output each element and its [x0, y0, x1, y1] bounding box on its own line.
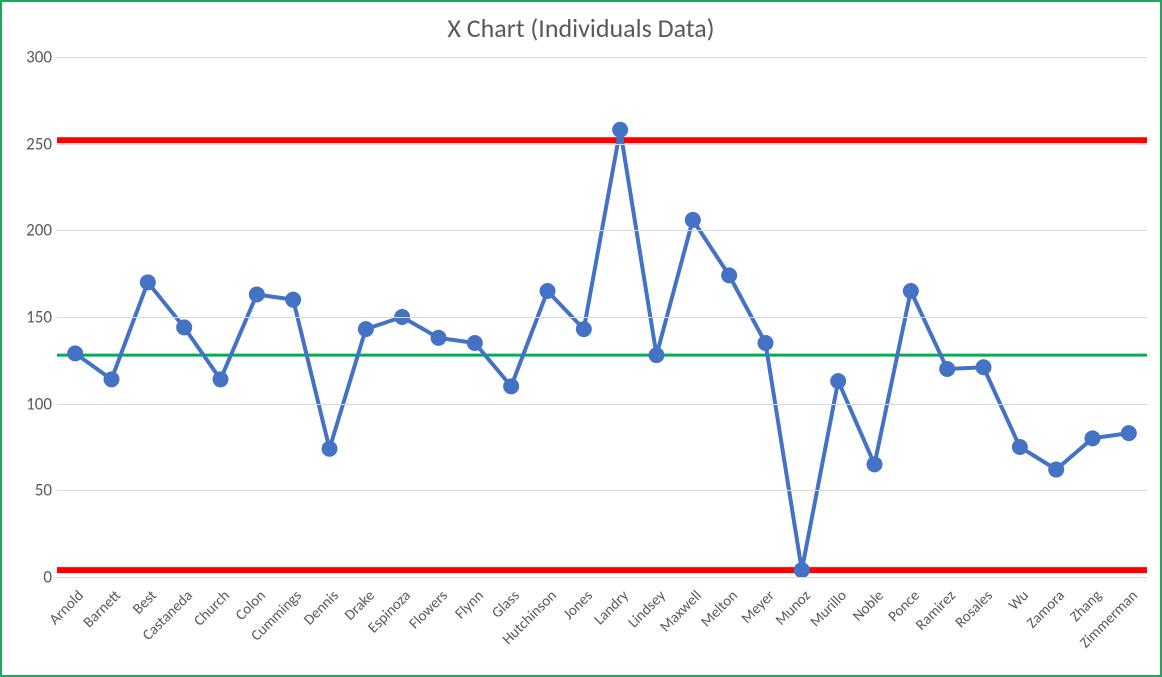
gridline [57, 317, 1147, 318]
data-marker [67, 345, 83, 361]
x-tick-label: Ramirez [912, 587, 959, 634]
data-marker [285, 292, 301, 308]
data-marker [1121, 425, 1137, 441]
data-marker [322, 441, 338, 457]
y-tick-label: 200 [17, 220, 52, 241]
data-marker [867, 456, 883, 472]
chart-title: X Chart (Individuals Data) [2, 12, 1160, 44]
data-marker [903, 283, 919, 299]
data-marker [576, 321, 592, 337]
plot-area: 050100150200250300 [57, 57, 1147, 577]
data-marker [649, 347, 665, 363]
data-marker [939, 361, 955, 377]
x-tick-label: Arnold [46, 587, 88, 629]
data-marker [612, 122, 628, 138]
gridline [57, 57, 1147, 58]
x-tick-label: Jones [560, 587, 597, 624]
y-tick-label: 100 [17, 393, 52, 414]
data-marker [758, 335, 774, 351]
x-tick-label: Melton [698, 587, 742, 631]
data-marker [794, 562, 810, 578]
y-tick-label: 150 [17, 307, 52, 328]
y-tick-label: 250 [17, 133, 52, 154]
data-marker [685, 212, 701, 228]
data-marker [1085, 430, 1101, 446]
y-tick-label: 50 [17, 480, 52, 501]
gridline [57, 490, 1147, 491]
data-marker [249, 286, 265, 302]
gridline [57, 404, 1147, 405]
x-tick-label: Church [190, 587, 233, 630]
x-tick-label: Flynn [452, 587, 488, 623]
gridline [57, 144, 1147, 145]
x-tick-label: Noble [849, 587, 887, 625]
chart-frame: X Chart (Individuals Data) 0501001502002… [0, 0, 1162, 677]
x-tick-label: Rosales [951, 587, 996, 632]
data-marker [431, 330, 447, 346]
data-marker [358, 321, 374, 337]
x-tick-label: Flowers [405, 587, 451, 633]
data-marker [104, 371, 120, 387]
x-tick-label: Barnett [79, 587, 124, 632]
x-tick-label: Munoz [772, 587, 815, 630]
y-tick-label: 300 [17, 47, 52, 68]
data-marker [503, 378, 519, 394]
data-marker [176, 319, 192, 335]
x-tick-label: Meyer [738, 587, 779, 628]
gridline [57, 577, 1147, 578]
x-tick-label: Landry [591, 587, 633, 629]
data-marker [1012, 439, 1028, 455]
data-marker [976, 359, 992, 375]
x-tick-label: Wu [1005, 587, 1032, 614]
data-marker [213, 371, 229, 387]
x-tick-label: Murillo [807, 587, 851, 631]
data-marker [467, 335, 483, 351]
data-marker [721, 267, 737, 283]
data-marker [540, 283, 556, 299]
y-tick-label: 0 [17, 567, 52, 588]
x-tick-label: Dennis [300, 587, 342, 629]
x-tick-label: Zamora [1024, 587, 1069, 632]
data-line [75, 130, 1129, 570]
gridline [57, 230, 1147, 231]
data-marker [1048, 462, 1064, 478]
x-axis-labels: ArnoldBarnettBestCastanedaChurchColonCum… [57, 587, 1147, 677]
data-marker [830, 373, 846, 389]
data-marker [140, 274, 156, 290]
